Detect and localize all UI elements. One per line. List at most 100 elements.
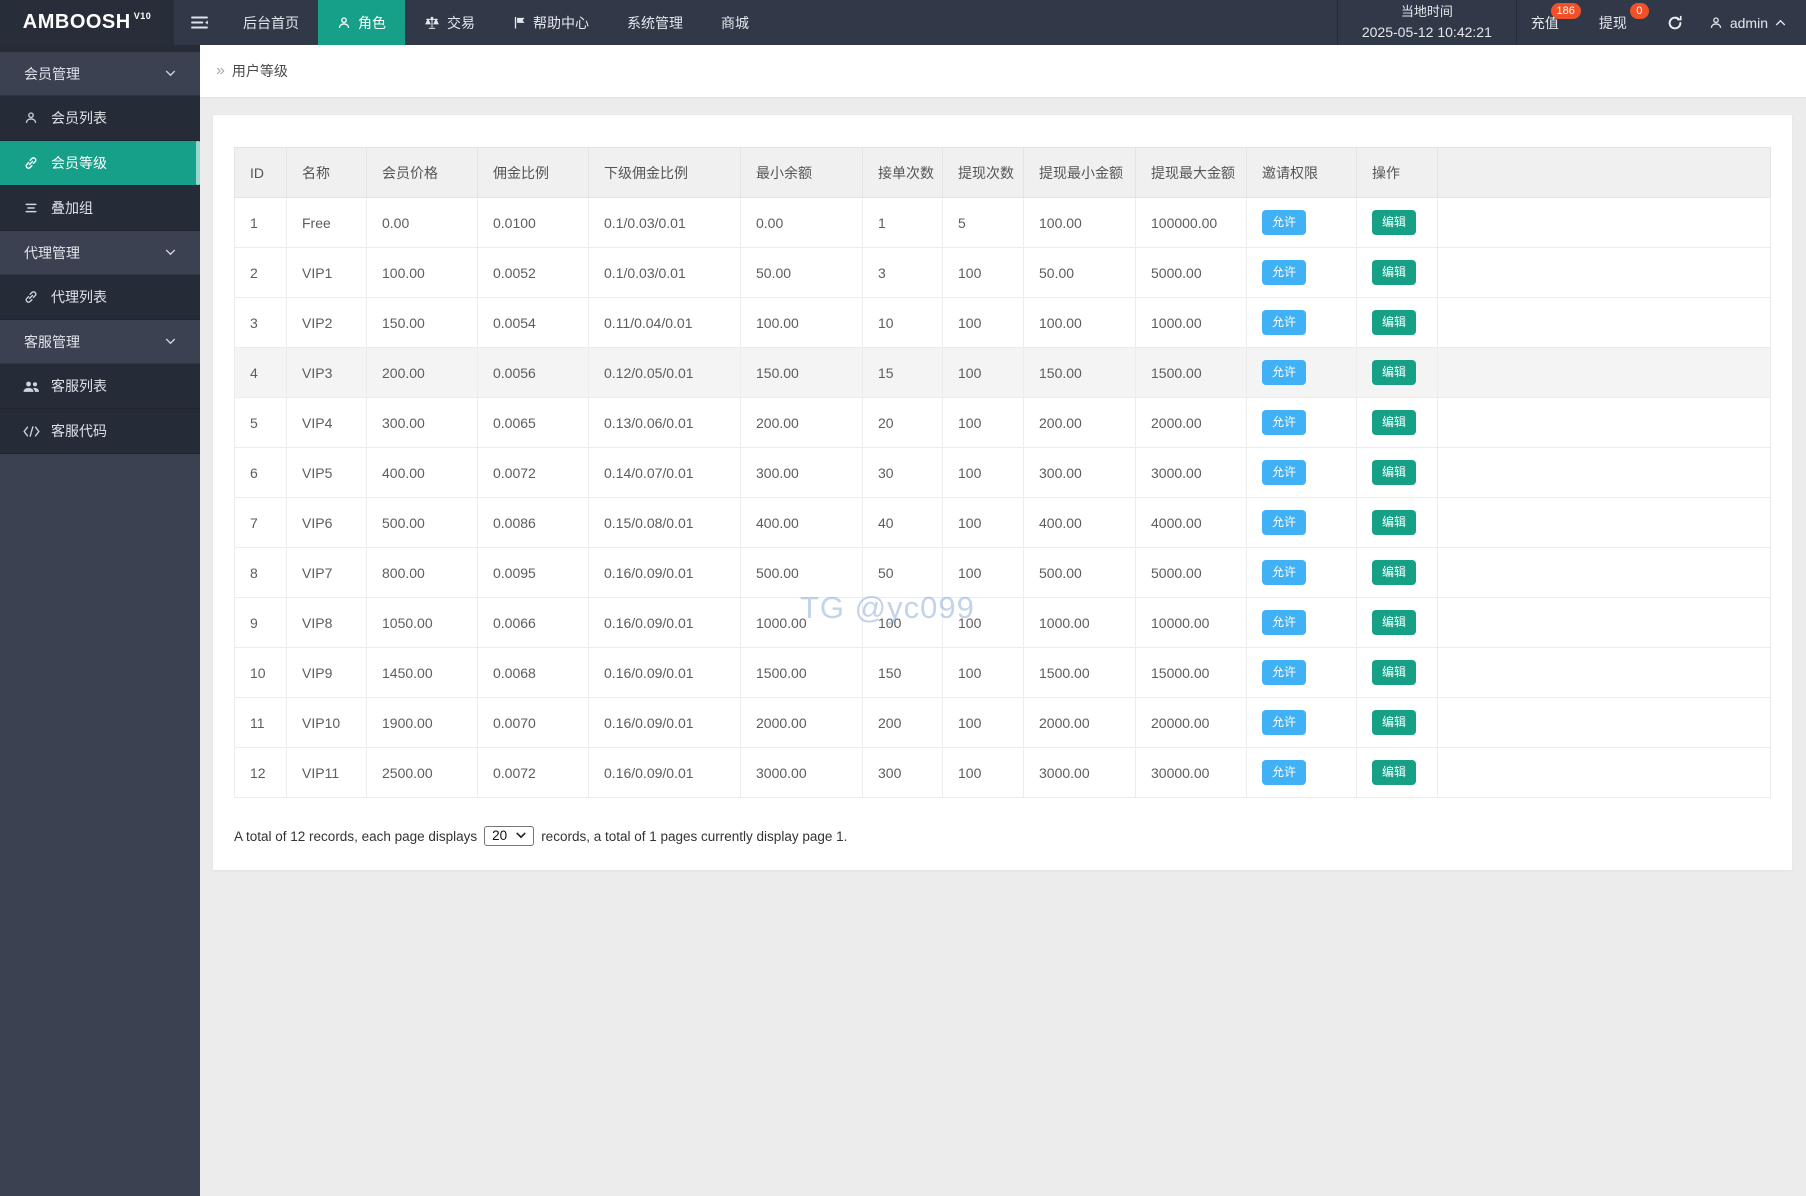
allow-button[interactable]: 允许	[1262, 759, 1307, 786]
table-row: 5 VIP4 300.00 0.0065 0.13/0.06/0.01 200.00 20 1…	[234, 397, 1771, 448]
refresh-button[interactable]	[1653, 0, 1697, 45]
table-cell: 100000.00	[1135, 197, 1247, 248]
edit-button[interactable]: 编辑	[1372, 509, 1417, 536]
table-cell: 100	[942, 747, 1024, 798]
sidebar-group-7[interactable]: 客服管理	[0, 320, 200, 364]
table-cell: 5000.00	[1135, 547, 1247, 598]
table-cell: 0.0072	[477, 747, 589, 798]
table-cell: 1500.00	[1023, 647, 1136, 698]
table-cell: 3000.00	[1023, 747, 1136, 798]
nav-menu: 后台首页 角色 交易 帮助中心 系统管理 商城	[224, 0, 768, 45]
edit-button[interactable]: 编辑	[1372, 559, 1417, 586]
edit-button[interactable]: 编辑	[1372, 309, 1417, 336]
recharge-badge: 186	[1550, 3, 1581, 19]
sidebar-group-5[interactable]: 代理管理	[0, 231, 200, 275]
allow-button[interactable]: 允许	[1262, 609, 1307, 636]
sidebar-item-8[interactable]: 客服列表	[0, 364, 200, 409]
nav-item-4[interactable]: 帮助中心	[494, 0, 608, 45]
table-cell: 0.0086	[477, 497, 589, 548]
nav-item-2[interactable]: 角色	[318, 0, 405, 45]
column-header: 佣金比例	[477, 147, 589, 198]
table-cell: 0.16/0.09/0.01	[588, 547, 741, 598]
table-head-row: ID 名称 会员价格 佣金比例 下级佣金比例 最小余额 接单次数 提现次数 提现最小金额 提现最大…	[234, 147, 1771, 198]
allow-button[interactable]: 允许	[1262, 359, 1307, 386]
table-cell: 8	[234, 547, 287, 598]
sidebar-menu: 会员管理 会员列表 会员等级 叠加组 代理管理代理列表客服管理客服列表 客服代码	[0, 52, 200, 454]
allow-button[interactable]: 允许	[1262, 259, 1307, 286]
empty-cell	[1437, 647, 1771, 698]
table-cell: 0.16/0.09/0.01	[588, 697, 741, 748]
allow-button[interactable]: 允许	[1262, 209, 1307, 236]
sidebar-item-2[interactable]: 会员列表	[0, 96, 200, 141]
sidebar-scrollbar-thumb[interactable]	[196, 141, 200, 185]
table-cell: VIP1	[286, 247, 367, 298]
nav-item-label: 帮助中心	[533, 14, 589, 31]
sidebar-group-1[interactable]: 会员管理	[0, 52, 200, 96]
table-cell: 300.00	[740, 447, 863, 498]
sidebar-toggle-button[interactable]	[174, 0, 224, 45]
table-cell: 1000.00	[1023, 597, 1136, 648]
sidebar-item-label: 代理列表	[51, 289, 107, 305]
table-row: 9 VIP8 1050.00 0.0066 0.16/0.09/0.01 1000.00 1…	[234, 597, 1771, 648]
table-cell: 30	[862, 447, 943, 498]
allow-button[interactable]: 允许	[1262, 709, 1307, 736]
allow-button[interactable]: 允许	[1262, 659, 1307, 686]
edit-button[interactable]: 编辑	[1372, 659, 1417, 686]
edit-button[interactable]: 编辑	[1372, 459, 1417, 486]
table-cell: 150.00	[1023, 347, 1136, 398]
edit-button[interactable]: 编辑	[1372, 259, 1417, 286]
table-cell: 50.00	[1023, 247, 1136, 298]
table-cell: 150.00	[740, 347, 863, 398]
table-cell: 200	[862, 697, 943, 748]
nav-item-5[interactable]: 系统管理	[608, 0, 702, 45]
allow-button[interactable]: 允许	[1262, 459, 1307, 486]
pagination-suffix: records, a total of 1 pages currently di…	[541, 828, 848, 844]
user-menu[interactable]: admin	[1697, 0, 1806, 45]
table-cell: 4	[234, 347, 287, 398]
edit-button[interactable]: 编辑	[1372, 209, 1417, 236]
invite-permission-cell: 允许	[1246, 197, 1357, 248]
table-cell: 150	[862, 647, 943, 698]
empty-cell	[1437, 197, 1771, 248]
sidebar-item-6[interactable]: 代理列表	[0, 275, 200, 320]
sidebar-group-label: 客服管理	[24, 333, 80, 350]
column-header: 提现最大金额	[1135, 147, 1247, 198]
sidebar-item-4[interactable]: 叠加组	[0, 186, 200, 231]
table-cell: 100	[942, 497, 1024, 548]
top-navbar: AMBOOSH V10 后台首页 角色 交易 帮助中心 系统管理 商城 当地时间 2025…	[0, 0, 1806, 45]
table-cell: VIP4	[286, 397, 367, 448]
nav-item-1[interactable]: 后台首页	[224, 0, 318, 45]
sidebar-item-3[interactable]: 会员等级	[0, 141, 200, 186]
recharge-button[interactable]: 充值 186	[1517, 0, 1581, 45]
edit-button[interactable]: 编辑	[1372, 609, 1417, 636]
allow-button[interactable]: 允许	[1262, 509, 1307, 536]
column-header: 接单次数	[862, 147, 943, 198]
sidebar-top-strip	[0, 45, 200, 52]
page-size-select[interactable]: 20	[484, 826, 535, 846]
invite-permission-cell: 允许	[1246, 297, 1357, 348]
edit-button[interactable]: 编辑	[1372, 759, 1417, 786]
table-row: 4 VIP3 200.00 0.0056 0.12/0.05/0.01 150.00 15 1…	[234, 347, 1771, 398]
table-cell: 1050.00	[366, 597, 478, 648]
empty-cell	[1437, 697, 1771, 748]
breadcrumb-chevrons-icon: »	[216, 62, 225, 79]
nav-item-3[interactable]: 交易	[405, 0, 494, 45]
allow-button[interactable]: 允许	[1262, 559, 1307, 586]
withdraw-label: 提现	[1598, 14, 1627, 31]
nav-item-6[interactable]: 商城	[702, 0, 768, 45]
person-icon	[337, 16, 351, 30]
withdraw-button[interactable]: 提现 0	[1585, 0, 1649, 45]
edit-button[interactable]: 编辑	[1372, 709, 1417, 736]
table-cell: 10	[234, 647, 287, 698]
table-cell: 0.1/0.03/0.01	[588, 247, 741, 298]
table-cell: 4000.00	[1135, 497, 1247, 548]
table-cell: 50	[862, 547, 943, 598]
edit-button[interactable]: 编辑	[1372, 359, 1417, 386]
allow-button[interactable]: 允许	[1262, 309, 1307, 336]
table-cell: 0.16/0.09/0.01	[588, 597, 741, 648]
allow-button[interactable]: 允许	[1262, 409, 1307, 436]
table-cell: 3000.00	[1135, 447, 1247, 498]
sidebar-item-9[interactable]: 客服代码	[0, 409, 200, 454]
table-cell: VIP2	[286, 297, 367, 348]
edit-button[interactable]: 编辑	[1372, 409, 1417, 436]
